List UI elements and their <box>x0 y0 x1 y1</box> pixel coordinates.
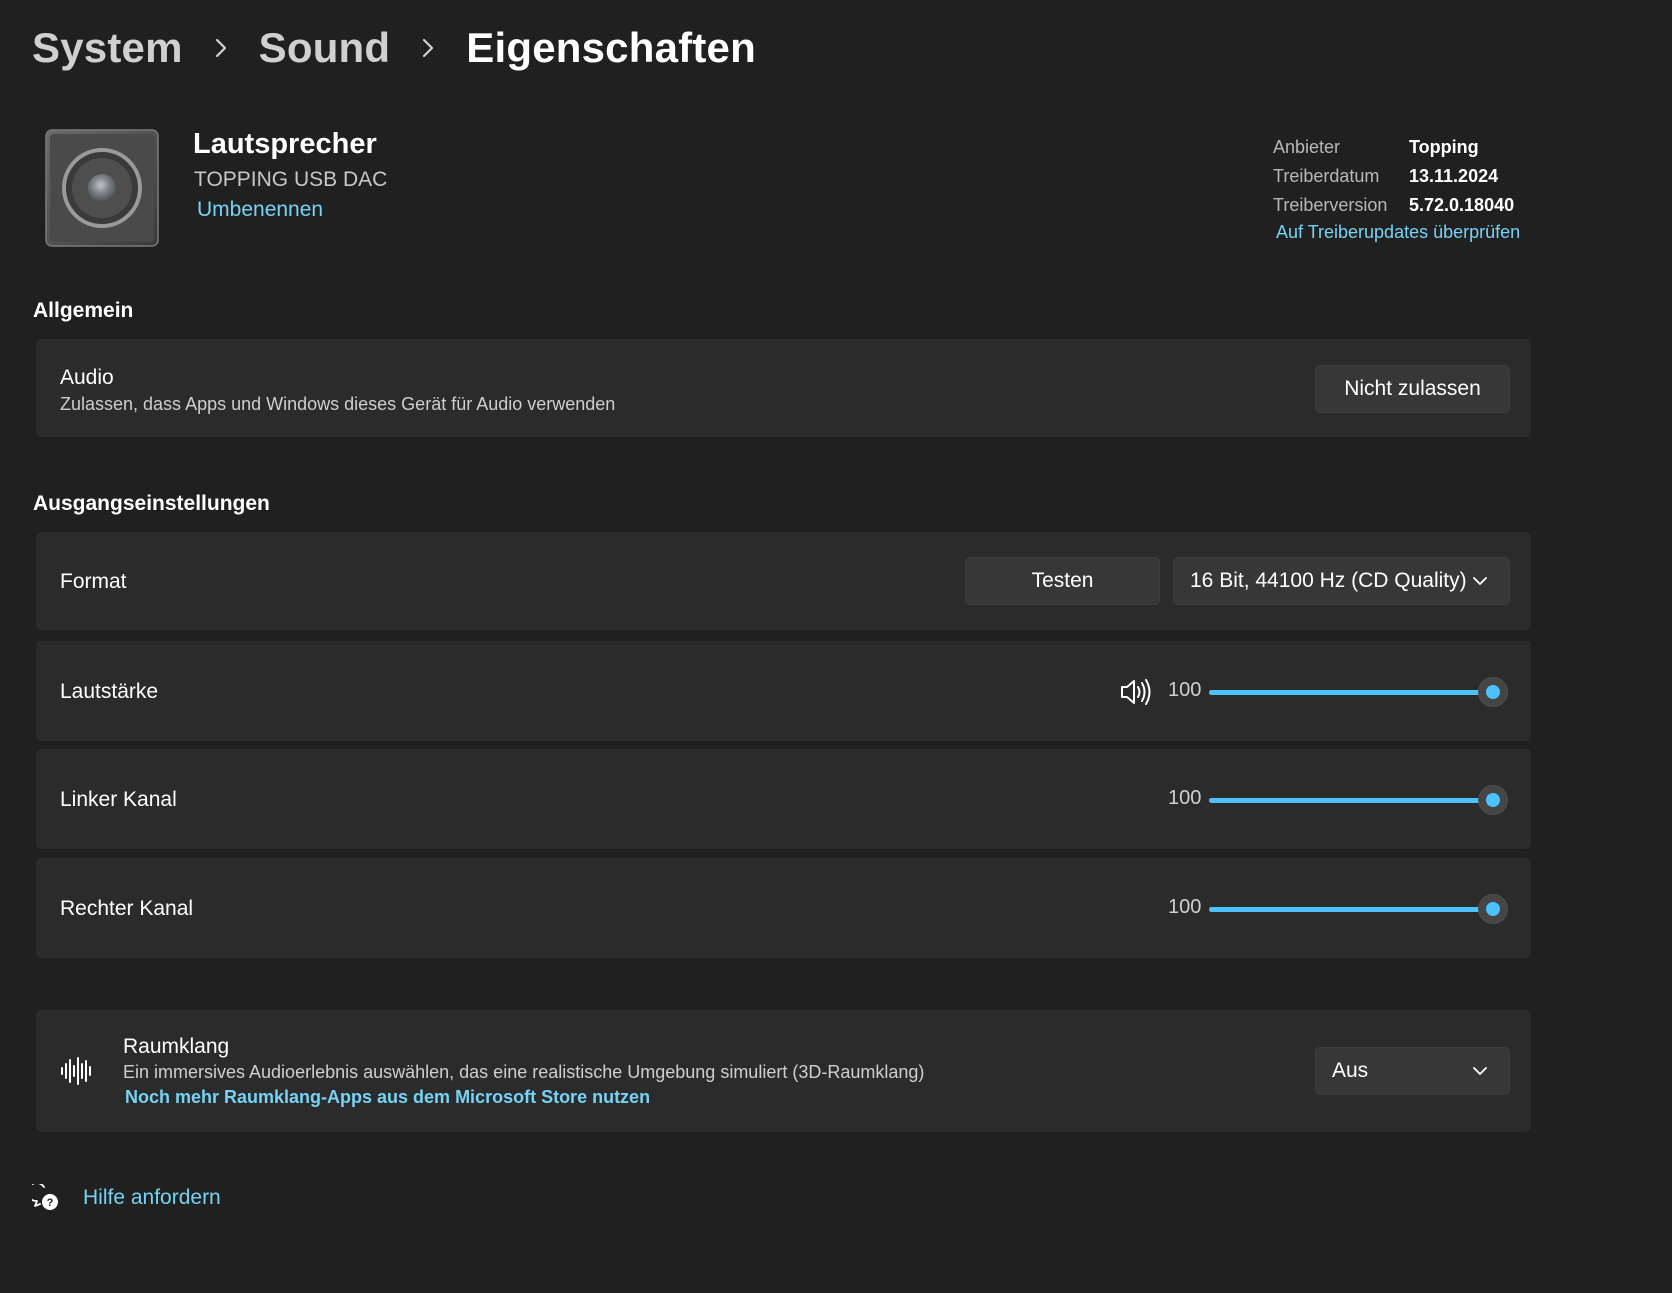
volume-value: 100 <box>1168 679 1202 701</box>
speaker-device-icon <box>44 128 160 248</box>
slider-fill <box>1209 690 1481 695</box>
spatial-sound-select[interactable]: Aus <box>1315 1047 1510 1095</box>
driver-date-label: Treiberdatum <box>1273 166 1380 186</box>
disallow-audio-button[interactable]: Nicht zulassen <box>1315 365 1510 413</box>
breadcrumb-sound[interactable]: Sound <box>259 24 391 72</box>
slider-fill <box>1209 798 1481 803</box>
left-channel-label: Linker Kanal <box>60 788 177 811</box>
help-chat-icon: ? <box>26 1182 60 1212</box>
slider-thumb[interactable] <box>1478 894 1508 924</box>
right-channel-card: Rechter Kanal 100 <box>35 857 1532 959</box>
volume-label: Lautstärke <box>60 680 159 703</box>
driver-date-row: Treiberdatum 13.11.2024 <box>1273 162 1514 191</box>
section-title-output: Ausgangseinstellungen <box>33 492 270 515</box>
audio-title: Audio <box>60 366 114 389</box>
chevron-right-icon <box>414 28 442 68</box>
left-channel-card: Linker Kanal 100 <box>35 748 1532 850</box>
driver-update-link[interactable]: Auf Treiberupdates überprüfen <box>1276 222 1520 243</box>
sound-properties-page: System Sound Eigenschaften Lautsprecher … <box>0 0 1672 1293</box>
audio-description: Zulassen, dass Apps und Windows dieses G… <box>60 394 616 414</box>
driver-version-row: Treiberversion 5.72.0.18040 <box>1273 191 1514 220</box>
speaker-volume-icon[interactable] <box>1119 677 1153 707</box>
format-select[interactable]: 16 Bit, 44100 Hz (CD Quality) <box>1173 557 1510 605</box>
driver-version-value: 5.72.0.18040 <box>1409 195 1515 215</box>
driver-vendor-label: Anbieter <box>1273 137 1341 157</box>
device-model: TOPPING USB DAC <box>194 168 388 191</box>
help-link[interactable]: Hilfe anfordern <box>83 1186 221 1210</box>
left-channel-slider[interactable] <box>1209 785 1508 815</box>
driver-date-value: 13.11.2024 <box>1409 166 1499 186</box>
driver-version-label: Treiberversion <box>1273 195 1388 215</box>
right-channel-value: 100 <box>1168 896 1202 918</box>
format-label: Format <box>60 570 127 593</box>
chevron-right-icon <box>207 28 235 68</box>
page-title: Eigenschaften <box>466 24 756 71</box>
format-card: Format Testen 16 Bit, 44100 Hz (CD Quali… <box>35 531 1532 631</box>
audio-card: Audio Zulassen, dass Apps und Windows di… <box>35 338 1532 438</box>
driver-vendor-value: Topping <box>1409 137 1479 157</box>
volume-card: Lautstärke 100 <box>35 640 1532 742</box>
spatial-sound-description: Ein immersives Audioerlebnis auswählen, … <box>123 1062 925 1082</box>
volume-slider[interactable] <box>1209 677 1508 707</box>
format-select-value: 16 Bit, 44100 Hz (CD Quality) <box>1190 569 1467 592</box>
slider-fill <box>1209 907 1481 912</box>
left-channel-value: 100 <box>1168 787 1202 809</box>
test-button[interactable]: Testen <box>965 557 1160 605</box>
chevron-down-icon <box>1471 572 1489 590</box>
svg-text:?: ? <box>47 1197 54 1209</box>
device-name: Lautsprecher <box>193 128 377 160</box>
chevron-down-icon <box>1471 1062 1489 1080</box>
slider-thumb[interactable] <box>1478 677 1508 707</box>
spatial-sound-title: Raumklang <box>123 1035 230 1058</box>
breadcrumb: System Sound Eigenschaften <box>32 18 756 78</box>
spatial-sound-card: Raumklang Ein immersives Audioerlebnis a… <box>35 1009 1532 1133</box>
right-channel-slider[interactable] <box>1209 894 1508 924</box>
slider-thumb[interactable] <box>1478 785 1508 815</box>
section-title-general: Allgemein <box>33 299 134 322</box>
rename-link[interactable]: Umbenennen <box>197 198 323 222</box>
spatial-sound-icon <box>60 1056 92 1086</box>
breadcrumb-system[interactable]: System <box>32 24 183 72</box>
store-link[interactable]: Noch mehr Raumklang-Apps aus dem Microso… <box>125 1087 650 1108</box>
driver-vendor-row: Anbieter Topping <box>1273 133 1514 162</box>
driver-info: Anbieter Topping Treiberdatum 13.11.2024… <box>1273 133 1514 220</box>
spatial-sound-select-value: Aus <box>1332 1059 1369 1082</box>
right-channel-label: Rechter Kanal <box>60 897 194 920</box>
